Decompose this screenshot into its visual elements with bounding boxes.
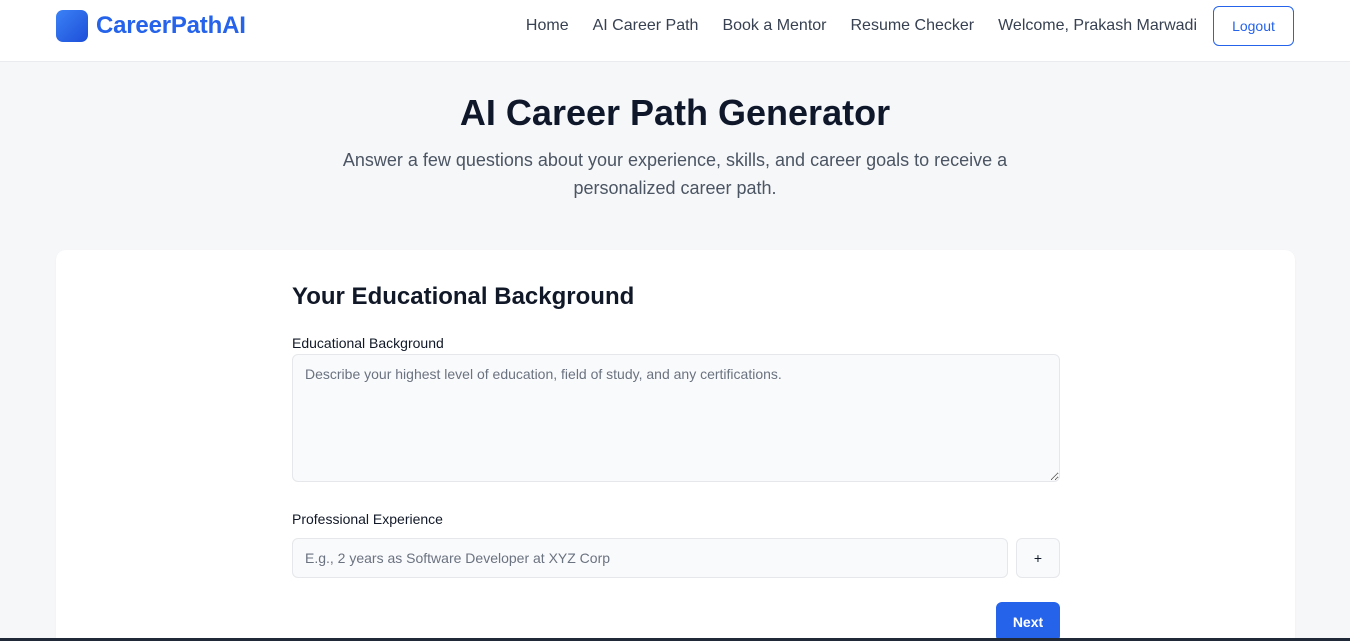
top-navbar: CareerPathAI Home AI Career Path Book a … — [0, 0, 1350, 62]
next-button[interactable]: Next — [996, 602, 1060, 641]
page-title: AI Career Path Generator — [459, 92, 891, 133]
page-subtitle: Answer a few questions about your experi… — [342, 150, 1008, 198]
section-title: Your Educational Background — [292, 283, 635, 310]
brand[interactable]: CareerPathAI — [56, 10, 246, 42]
add-experience-button[interactable]: + — [1016, 538, 1060, 578]
nav-links: Home AI Career Path Book a Mentor Resume… — [526, 6, 1294, 46]
welcome-text: Welcome, Prakash Marwadi — [998, 17, 1197, 34]
brand-name[interactable]: CareerPathAI — [96, 12, 246, 40]
education-label: Educational Background — [292, 335, 444, 351]
experience-label: Professional Experience — [292, 511, 443, 527]
nav-link-home[interactable]: Home — [526, 17, 569, 35]
nav-link-book-a-mentor[interactable]: Book a Mentor — [722, 17, 826, 35]
experience-input[interactable] — [292, 538, 1008, 578]
nav-link-ai-career-path[interactable]: AI Career Path — [593, 17, 699, 35]
brand-logo-icon — [56, 10, 88, 42]
education-textarea[interactable] — [292, 354, 1060, 482]
nav-link-resume-checker[interactable]: Resume Checker — [851, 17, 975, 35]
logout-button[interactable]: Logout — [1213, 6, 1294, 46]
